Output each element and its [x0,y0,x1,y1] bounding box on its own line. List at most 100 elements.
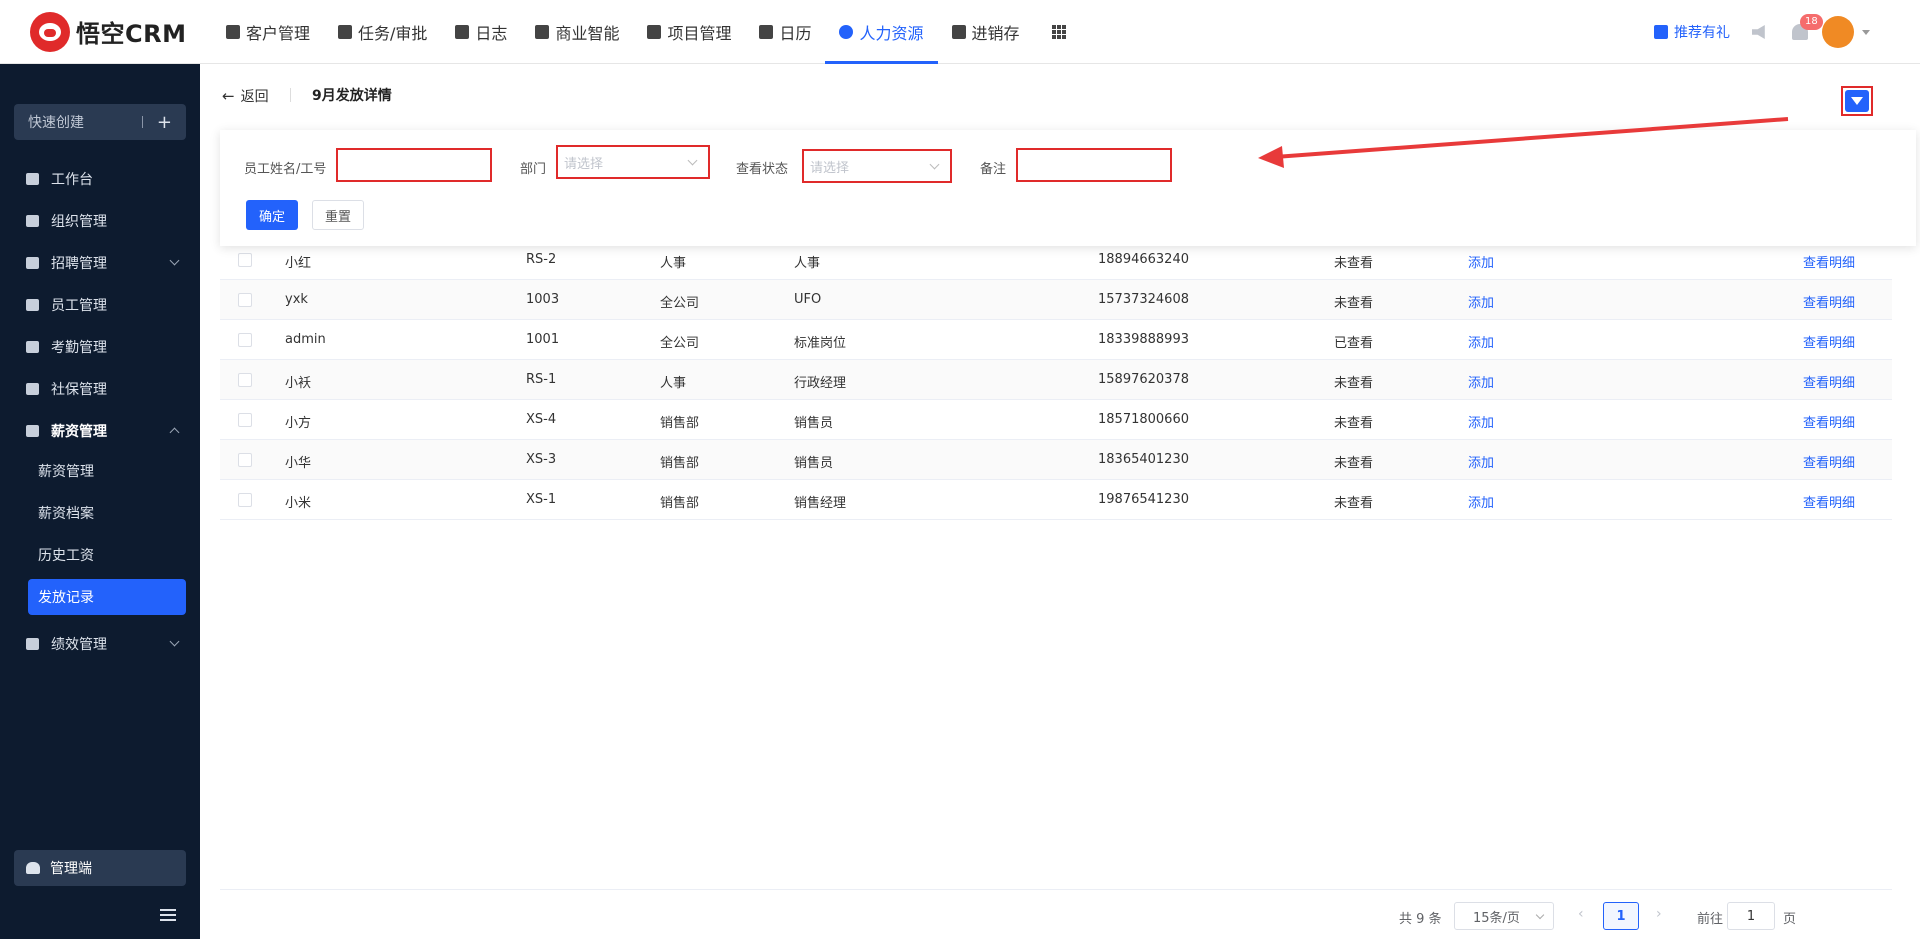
admin-console-button[interactable]: 管理端 [14,850,186,886]
row-checkbox[interactable] [238,413,252,427]
sidebar-item-recruitment[interactable]: 招聘管理 [0,243,200,283]
calendar-icon [759,24,774,39]
back-link[interactable]: ← 返回 [222,86,269,106]
status-filter-select[interactable]: 请选择 [802,149,952,183]
dept-filter-select[interactable]: 请选择 [556,145,710,179]
row-detail-link[interactable]: 查看明细 [1803,252,1855,271]
page-size-label: 15条/页 [1473,910,1520,926]
row-checkbox[interactable] [238,333,252,347]
divider [290,88,291,102]
sidebar-item-performance[interactable]: 绩效管理 [0,624,200,664]
cell-id: RS-1 [526,372,557,387]
row-checkbox[interactable] [238,293,252,307]
sidebar-subitem-label: 历史工资 [38,548,94,564]
sidebar-item-organization[interactable]: 组织管理 [0,201,200,241]
chevron-right-icon[interactable]: › [1656,906,1662,922]
sidebar-subitem-salary-history[interactable]: 历史工资 [28,537,186,573]
chevron-down-icon[interactable] [1862,29,1870,35]
sidebar-item-workbench[interactable]: 工作台 [0,159,200,199]
plus-icon[interactable]: + [157,112,172,133]
sidebar-subitem-salary-management[interactable]: 薪资管理 [28,453,186,489]
sidebar: 快速创建 + 工作台 组织管理 招聘管理 员工管理 考勤管理 社保管理 薪资管理… [0,64,200,939]
row-checkbox[interactable] [238,373,252,387]
main-menu: 客户管理 任务/审批 日志 商业智能 项目管理 日历 人力资源 进销存 [212,0,1034,64]
chevron-left-icon[interactable]: ‹ [1578,906,1584,922]
sidebar-subitem-payment-records[interactable]: 发放记录 [28,579,186,615]
cell-id: XS-3 [526,452,557,467]
cell-post: 销售经理 [794,496,847,511]
quick-create-button[interactable]: 快速创建 + [14,104,186,140]
nav-item-4[interactable]: 项目管理 [633,0,745,64]
cell-status: 已查看 [1334,336,1374,351]
row-checkbox[interactable] [238,493,252,507]
nav-item-2[interactable]: 日志 [441,0,521,64]
bell-icon[interactable]: 18 [1792,14,1823,40]
row-checkbox[interactable] [238,253,252,267]
sidebar-item-employees[interactable]: 员工管理 [0,285,200,325]
cell-dept: 全公司 [660,336,700,351]
cell-phone: 15737324608 [1098,292,1189,307]
page-size-select[interactable]: 15条/页 [1454,902,1554,930]
top-right-tools: 推荐有礼 18 [1654,0,1870,64]
salary-detail-table: 小红 RS-2 人事 人事 18894663240 未查看 添加 查看明细 yxk 1003 全公司… [220,240,1892,520]
checkbox-icon [26,341,39,353]
nav-item-label: 日志 [475,23,508,43]
cell-phone: 18894663240 [1098,252,1189,267]
briefcase-icon [338,24,353,39]
apps-grid-icon[interactable] [1051,24,1066,39]
current-page-button[interactable]: 1 [1603,902,1639,930]
nav-item-1[interactable]: 任务/审批 [324,0,441,64]
sidebar-item-label: 社保管理 [51,382,107,398]
name-filter-input[interactable] [336,148,492,182]
truck-icon [951,24,966,39]
row-checkbox[interactable] [238,453,252,467]
status-filter-placeholder: 请选择 [810,160,850,176]
goto-page-input[interactable]: 1 [1727,902,1775,930]
row-action-link[interactable]: 添加 [1468,452,1494,471]
confirm-button[interactable]: 确定 [246,200,298,230]
logo[interactable]: 悟空CRM [30,11,210,52]
row-action-link[interactable]: 添加 [1468,332,1494,351]
referral-link[interactable]: 推荐有礼 [1654,22,1730,42]
sidebar-item-attendance[interactable]: 考勤管理 [0,327,200,367]
nav-item-3[interactable]: 商业智能 [521,0,633,64]
row-detail-link[interactable]: 查看明细 [1803,332,1855,351]
chevron-down-icon [169,636,180,647]
remark-filter-input[interactable] [1016,148,1172,182]
row-detail-link[interactable]: 查看明细 [1803,412,1855,431]
row-detail-link[interactable]: 查看明细 [1803,452,1855,471]
cell-post: 销售员 [794,416,834,431]
row-detail-link[interactable]: 查看明细 [1803,372,1855,391]
row-action-link[interactable]: 添加 [1468,412,1494,431]
row-detail-link[interactable]: 查看明细 [1803,292,1855,311]
cell-name: admin [285,332,326,347]
sidebar-item-label: 工作台 [51,172,93,188]
remark-filter-label: 备注 [980,162,1007,177]
row-action-link[interactable]: 添加 [1468,492,1494,511]
nav-item-6[interactable]: 人力资源 [825,0,938,64]
sidebar-item-social-security[interactable]: 社保管理 [0,369,200,409]
cell-name: 小袄 [285,376,312,391]
nav-item-7[interactable]: 进销存 [938,0,1034,64]
cell-name: 小米 [285,496,312,511]
row-action-link[interactable]: 添加 [1468,252,1494,271]
row-detail-link[interactable]: 查看明细 [1803,492,1855,511]
row-action-link[interactable]: 添加 [1468,372,1494,391]
speaker-icon[interactable] [1752,25,1765,39]
collapse-menu-icon[interactable] [160,909,182,923]
reset-button[interactable]: 重置 [312,200,364,230]
cell-status: 未查看 [1334,296,1374,311]
filter-button[interactable] [1841,86,1873,116]
person-icon [26,299,39,311]
top-navigation: 悟空CRM 客户管理 任务/审批 日志 商业智能 项目管理 日历 人力资源 进销存 推荐有礼 … [0,0,1920,64]
pagination-total: 共 9 条 [1399,912,1442,927]
nav-item-label: 进销存 [971,23,1020,43]
cell-id: RS-2 [526,252,557,267]
back-label: 返回 [240,89,269,105]
avatar[interactable] [1822,16,1854,48]
nav-item-0[interactable]: 客户管理 [212,0,324,64]
row-action-link[interactable]: 添加 [1468,292,1494,311]
sidebar-item-salary[interactable]: 薪资管理 [0,411,200,451]
sidebar-subitem-salary-archive[interactable]: 薪资档案 [28,495,186,531]
nav-item-5[interactable]: 日历 [745,0,825,64]
